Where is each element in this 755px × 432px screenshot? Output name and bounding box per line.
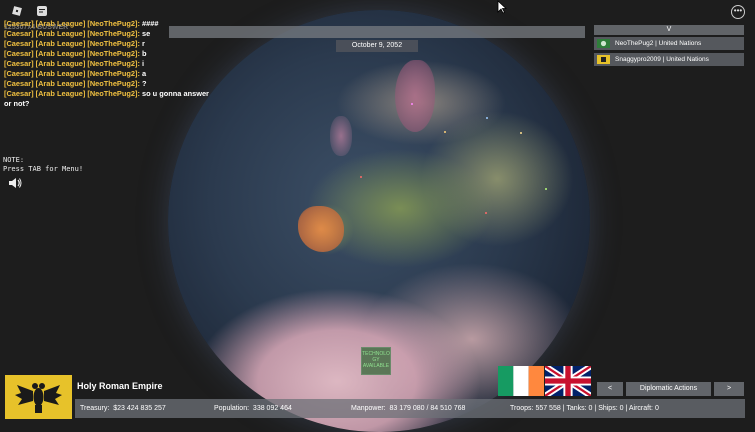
chat-message: a	[142, 69, 147, 78]
player-entry[interactable]: NeoThePug2 | United Nations	[594, 37, 744, 50]
roblox-logo-icon[interactable]	[11, 5, 23, 17]
stat-value: 557 558	[535, 405, 561, 412]
chat-sender: [Caesar] [Arab League] [NeoThePug2]:	[4, 79, 140, 88]
population-stat: Population: 338 092 464	[214, 405, 292, 412]
chat-sender: [Caesar] [Arab League] [NeoThePug2]:	[4, 59, 140, 68]
tech-line: AVAILABLE	[362, 363, 390, 369]
chat-sender: [Caesar] [Arab League] [NeoThePug2]:	[4, 49, 140, 58]
stat-value: $23 424 835 257	[113, 405, 166, 412]
stat-value: 0	[619, 405, 624, 412]
british-isles-territory[interactable]	[330, 116, 352, 156]
stat-label: Tanks:	[566, 405, 587, 412]
stat-separator: |	[594, 405, 597, 412]
diplomatic-actions-button[interactable]: Diplomatic Actions	[626, 382, 711, 396]
hre-flag-icon	[597, 55, 610, 64]
stat-value: 338 092 464	[252, 405, 292, 412]
chat-log: [Caesar] [Arab League] [NeoThePug2]: ###…	[4, 19, 224, 109]
chat-message: b	[142, 49, 147, 58]
stat-label: Treasury:	[80, 405, 110, 412]
city-light	[486, 117, 488, 119]
chat-line: [Caesar] [Arab League] [NeoThePug2]: se	[4, 29, 224, 39]
chat-message: se	[142, 29, 151, 38]
chat-line: [Caesar] [Arab League] [NeoThePug2]: ?	[4, 79, 224, 89]
chat-line: [Caesar] [Arab League] [NeoThePug2]: i	[4, 59, 224, 69]
city-light	[360, 176, 362, 178]
stat-label: Population:	[214, 405, 250, 412]
player-entry-text: NeoThePug2 | United Nations	[615, 37, 701, 50]
chat-line: [Caesar] [Arab League] [NeoThePug2]: so …	[4, 89, 224, 99]
menu-dots-icon[interactable]: •••	[731, 5, 745, 19]
chat-sender: [Caesar] [Arab League] [NeoThePug2]:	[4, 29, 140, 38]
top-status-bar	[169, 26, 585, 38]
note-label: NOTE:	[3, 156, 25, 164]
speaker-icon[interactable]	[8, 177, 22, 189]
chat-message: ?	[142, 79, 147, 88]
chat-line: [Caesar] [Arab League] [NeoThePug2]: ###…	[4, 19, 224, 29]
player-nation: United Nations	[666, 56, 709, 63]
city-light	[411, 103, 413, 105]
stat-value: 83 179 080 / 84 510 768	[389, 405, 466, 412]
chat-message: i	[142, 59, 145, 68]
menu-hint: NOTE: Press TAB for Menu!	[3, 156, 83, 174]
chat-continuation: or not?	[4, 99, 30, 108]
technology-available-button[interactable]: TECHNOLO GY AVAILABLE	[361, 347, 391, 375]
city-light	[545, 188, 547, 190]
player-separator: |	[662, 56, 665, 63]
chat-line: [Caesar] [Arab League] [NeoThePug2]: r	[4, 39, 224, 49]
player-separator: |	[655, 40, 657, 47]
stat-value: 0	[654, 405, 659, 412]
stat-separator: |	[562, 405, 565, 412]
treasury-stat: Treasury: $23 424 835 257	[80, 405, 166, 412]
city-light	[444, 131, 446, 133]
player-entry-text: Snaggypro2009 | United Nations	[615, 53, 709, 66]
stat-separator: |	[625, 405, 628, 412]
chat-message: r	[142, 39, 145, 48]
player-name: Snaggypro2009	[615, 56, 661, 63]
chat-message: so u gonna answer	[142, 89, 209, 98]
manpower-stat: Manpower: 83 179 080 / 84 510 768	[351, 405, 465, 412]
chat-sender: [Caesar] [Arab League] [NeoThePug2]:	[4, 69, 140, 78]
player-entry[interactable]: Snaggypro2009 | United Nations	[594, 53, 744, 66]
player-list-toggle[interactable]: V	[594, 25, 744, 35]
city-light	[520, 132, 522, 134]
stat-label: Manpower:	[351, 405, 386, 412]
nation-name: Holy Roman Empire	[77, 381, 163, 391]
stat-label: Troops:	[510, 405, 534, 412]
chat-sender: [Caesar] [Arab League] [NeoThePug2]:	[4, 19, 140, 28]
chat-icon[interactable]	[36, 5, 48, 17]
un-flag-icon	[597, 39, 610, 48]
stat-label: Ships:	[598, 405, 618, 412]
chat-line: [Caesar] [Arab League] [NeoThePug2]: b	[4, 49, 224, 59]
previous-nation-button[interactable]: <	[597, 382, 623, 396]
chat-message: ####	[142, 19, 159, 28]
ireland-flag-icon[interactable]	[498, 366, 544, 396]
eagle-emblem-icon[interactable]	[5, 375, 72, 419]
chat-sender: [Caesar] [Arab League] [NeoThePug2]:	[4, 39, 140, 48]
uk-flag-icon[interactable]	[545, 366, 591, 396]
chat-line: [Caesar] [Arab League] [NeoThePug2]: a	[4, 69, 224, 79]
city-light	[485, 212, 487, 214]
player-nation: United Nations	[658, 40, 702, 47]
mouse-cursor-icon	[497, 0, 507, 14]
note-text: Press TAB for Menu!	[3, 165, 84, 173]
next-nation-button[interactable]: >	[714, 382, 744, 396]
chat-sender: [Caesar] [Arab League] [NeoThePug2]:	[4, 89, 140, 98]
stat-value: 0	[588, 405, 593, 412]
game-date: October 9, 2052	[336, 40, 418, 52]
player-name: NeoThePug2	[615, 40, 654, 47]
scandinavia-territory[interactable]	[395, 60, 435, 132]
stat-label: Aircraft:	[628, 405, 653, 412]
military-stats: Troops: 557 558 | Tanks: 0 | Ships: 0 | …	[510, 405, 659, 412]
